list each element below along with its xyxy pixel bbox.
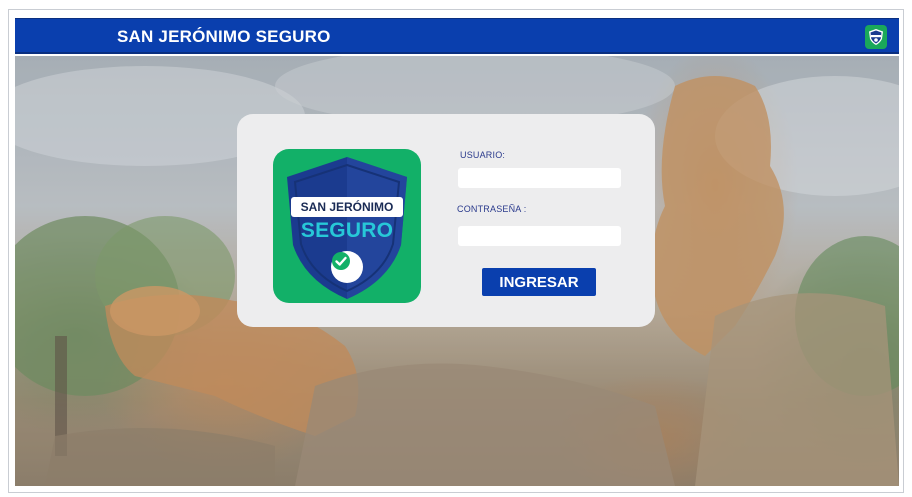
logo-word: SEGURO [300, 219, 394, 242]
app-window: SAN JERÓNIMO SEGURO SAN JERÓNIMO SEGURO … [8, 9, 904, 493]
username-input[interactable] [458, 168, 621, 188]
login-card: SAN JERÓNIMO SEGURO USUARIO: CONTRASEÑA … [237, 114, 655, 327]
background-photo: SAN JERÓNIMO SEGURO USUARIO: CONTRASEÑA … [15, 56, 899, 486]
logo-banner: SAN JERÓNIMO [291, 197, 403, 217]
shield-logo-icon [865, 25, 887, 49]
password-input[interactable] [458, 226, 621, 246]
app-title: SAN JERÓNIMO SEGURO [117, 27, 331, 46]
login-button[interactable]: INGRESAR [482, 268, 596, 296]
check-icon [331, 251, 363, 283]
password-label: CONTRASEÑA : [457, 204, 527, 214]
app-logo: SAN JERÓNIMO SEGURO [273, 149, 421, 303]
top-bar: SAN JERÓNIMO SEGURO [15, 18, 899, 54]
username-label: USUARIO: [460, 150, 506, 160]
